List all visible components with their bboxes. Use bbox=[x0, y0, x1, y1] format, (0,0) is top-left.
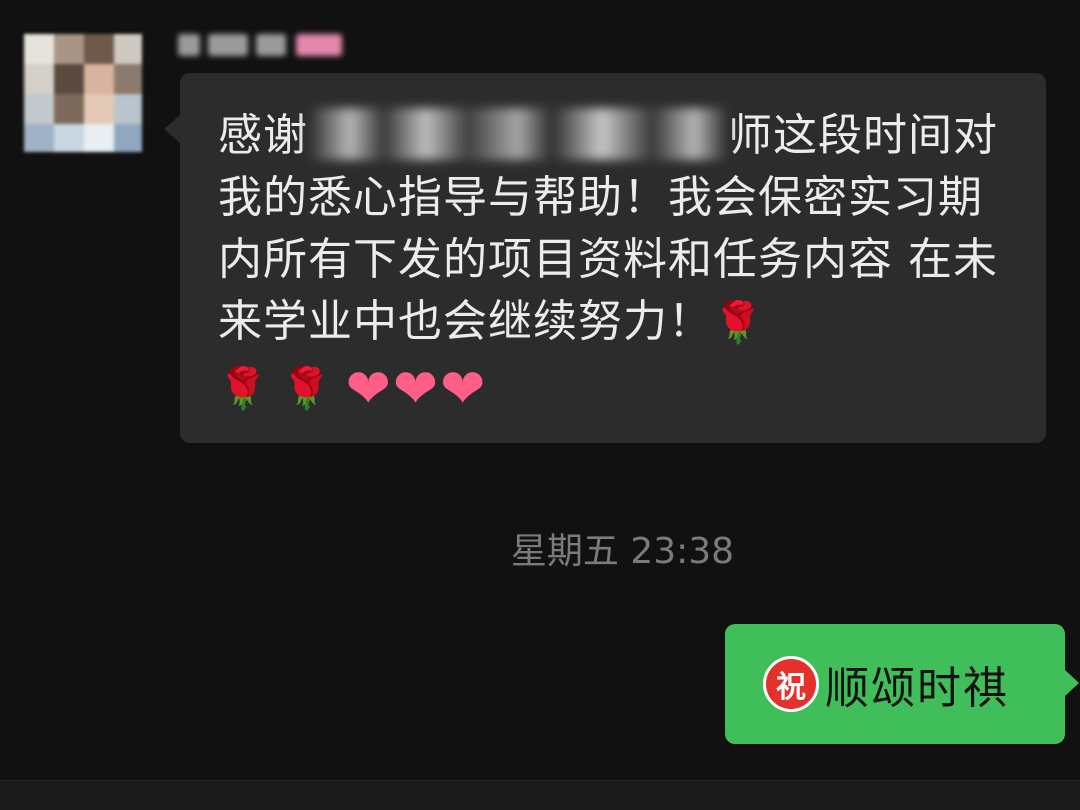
avatar-pixel bbox=[114, 124, 142, 152]
redacted-block bbox=[256, 34, 286, 56]
outgoing-message-text: 顺颂时祺 bbox=[825, 663, 1009, 714]
avatar-pixel bbox=[54, 34, 84, 64]
avatar-pixel bbox=[84, 64, 114, 94]
avatar-pixel bbox=[54, 124, 84, 152]
redacted-block bbox=[208, 34, 248, 56]
outgoing-message-bubble[interactable]: 祝 顺颂时祺 bbox=[725, 624, 1079, 744]
chat-window: 感谢 师这段时间对我的悉心指导与帮助！我会保密实习期内所有下发的项目资料和任务内容… bbox=[0, 0, 1080, 810]
blessing-badge-icon: 祝 bbox=[763, 656, 819, 712]
avatar-pixel bbox=[24, 124, 54, 152]
avatar-pixel bbox=[114, 34, 142, 64]
rose-icon: 🌹 bbox=[281, 366, 332, 412]
redacted-name bbox=[308, 108, 728, 160]
input-bar[interactable] bbox=[0, 780, 1080, 810]
heart-icon: ❤ bbox=[440, 357, 486, 420]
avatar-pixel bbox=[24, 64, 54, 94]
avatar-pixel bbox=[24, 34, 54, 64]
avatar-pixel bbox=[54, 94, 84, 124]
message-text-start: 感谢 bbox=[218, 110, 308, 161]
incoming-message-bubble[interactable]: 感谢 师这段时间对我的悉心指导与帮助！我会保密实习期内所有下发的项目资料和任务内容… bbox=[164, 73, 1046, 443]
rose-icon: 🌹 bbox=[218, 366, 268, 412]
redacted-block bbox=[178, 34, 200, 56]
emoji-row: 🌹 🌹 ❤ ❤ ❤ bbox=[218, 358, 1010, 420]
sender-avatar[interactable] bbox=[24, 34, 142, 152]
avatar-pixel bbox=[84, 94, 114, 124]
heart-icon: ❤ bbox=[345, 357, 391, 420]
redacted-block bbox=[296, 34, 342, 56]
avatar-pixel bbox=[84, 34, 114, 64]
avatar-pixel bbox=[114, 94, 142, 124]
avatar-pixel bbox=[114, 64, 142, 94]
message-timestamp: 星期五 23:38 bbox=[510, 531, 735, 572]
heart-icon: ❤ bbox=[392, 357, 439, 420]
avatar-pixel bbox=[84, 124, 114, 152]
avatar-pixel bbox=[54, 64, 84, 94]
sender-name-redacted bbox=[178, 24, 348, 70]
rose-icon: 🌹 bbox=[713, 300, 764, 346]
avatar-pixel bbox=[24, 94, 54, 124]
incoming-message-text: 感谢 师这段时间对我的悉心指导与帮助！我会保密实习期内所有下发的项目资料和任务内容… bbox=[218, 105, 1010, 354]
